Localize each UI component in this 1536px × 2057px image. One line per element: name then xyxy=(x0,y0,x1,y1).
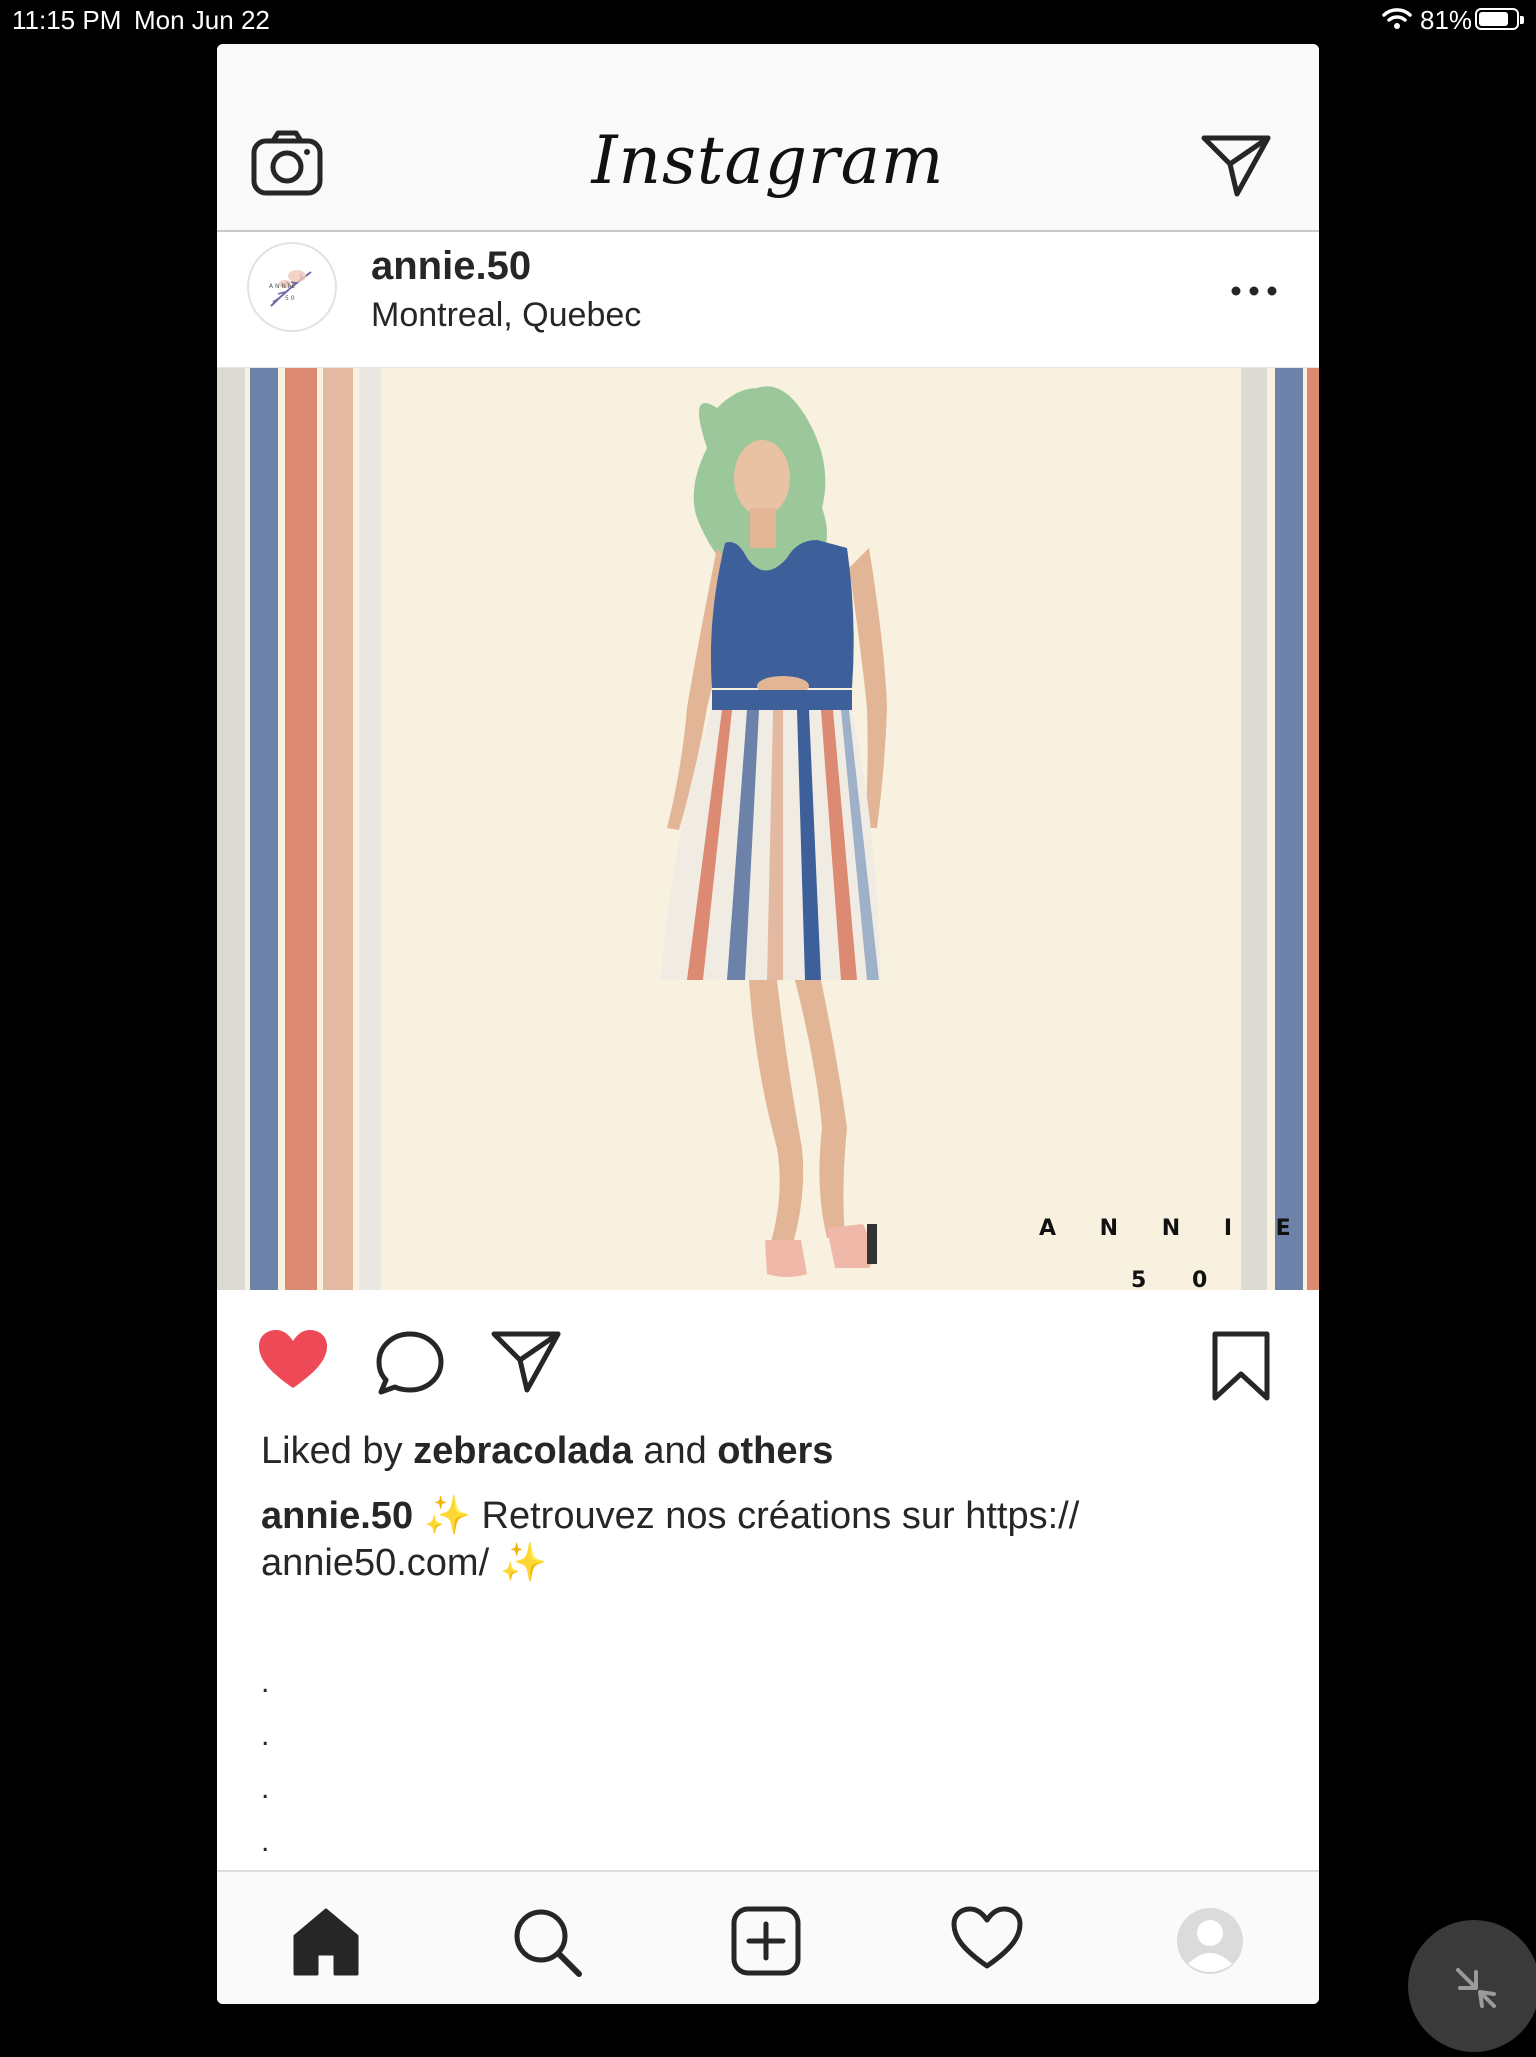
instagram-logo: Instagram xyxy=(591,122,945,199)
new-post-icon[interactable] xyxy=(731,1906,801,1976)
heart-icon[interactable] xyxy=(257,1328,329,1392)
status-bar: 11:15 PM Mon Jun 22 81% xyxy=(0,0,1536,40)
share-icon[interactable] xyxy=(491,1330,561,1394)
caption-dot: . xyxy=(261,1666,270,1699)
battery-fill xyxy=(1479,12,1508,26)
image-brand-text-line2: 5 0 xyxy=(1131,1268,1208,1290)
home-icon[interactable] xyxy=(291,1906,361,1976)
caption-body: Retrouvez nos créations sur https:// xyxy=(481,1495,1080,1537)
caption-dot: . xyxy=(261,1825,270,1858)
likes-prefix: Liked by xyxy=(261,1430,403,1472)
caption-dot: . xyxy=(261,1719,270,1752)
bottom-tab-bar xyxy=(217,1870,1319,2004)
bookmark-icon[interactable] xyxy=(1211,1330,1271,1402)
minimize-button[interactable] xyxy=(1408,1920,1536,2052)
post-caption-area: Liked by zebracolada and others annie.50… xyxy=(261,1428,1281,1587)
liked-by-others[interactable]: others xyxy=(717,1430,833,1472)
sparkle-emoji: ✨ xyxy=(499,1542,548,1584)
svg-text:5 0: 5 0 xyxy=(285,295,295,302)
profile-icon[interactable] xyxy=(1175,1906,1245,1976)
status-date: Mon Jun 22 xyxy=(134,5,270,35)
battery-percent: 81% xyxy=(1420,5,1473,35)
svg-text:A N N I E: A N N I E xyxy=(269,283,295,290)
wifi-icon xyxy=(1382,8,1412,29)
post-actions-bar xyxy=(217,1290,1319,1414)
sparkle-emoji: ✨ xyxy=(423,1495,471,1537)
brand-logo-icon: A N N I E 5 0 xyxy=(269,270,312,307)
post-header: A N N I E 5 0 annie.50 Montreal, Quebec xyxy=(217,232,1319,368)
post-location[interactable]: Montreal, Quebec xyxy=(371,296,641,335)
comment-icon[interactable] xyxy=(375,1330,445,1396)
post-photo-illustration xyxy=(217,368,1319,1290)
search-icon[interactable] xyxy=(511,1906,583,1978)
likes-conjunction: and xyxy=(643,1430,707,1472)
instagram-app-window: Instagram A N N I E 5 0 annie.50 Montrea… xyxy=(217,44,1319,2004)
activity-heart-icon[interactable] xyxy=(951,1906,1023,1970)
caption-dot: . xyxy=(261,1772,270,1805)
likes-line: Liked by zebracolada and others xyxy=(261,1428,1281,1475)
battery-icon xyxy=(1475,8,1524,30)
liked-by-user[interactable]: zebracolada xyxy=(413,1430,633,1472)
caption-username[interactable]: annie.50 xyxy=(261,1495,413,1537)
caption-link[interactable]: annie50.com/ xyxy=(261,1542,489,1584)
image-brand-text-line1: A N N I E xyxy=(1039,1216,1295,1241)
caption-text: annie.50 ✨ Retrouvez nos créations sur h… xyxy=(261,1493,1281,1587)
post-image[interactable]: A N N I E 5 0 xyxy=(217,368,1319,1290)
minimize-arrows-icon xyxy=(1456,1968,1496,2008)
status-time: 11:15 PM xyxy=(12,5,122,35)
avatar[interactable]: A N N I E 5 0 xyxy=(247,242,337,332)
post-username[interactable]: annie.50 xyxy=(371,244,531,289)
paper-plane-icon[interactable] xyxy=(1201,134,1271,198)
more-options-icon[interactable] xyxy=(1229,284,1279,298)
top-navigation-bar: Instagram xyxy=(217,44,1319,232)
